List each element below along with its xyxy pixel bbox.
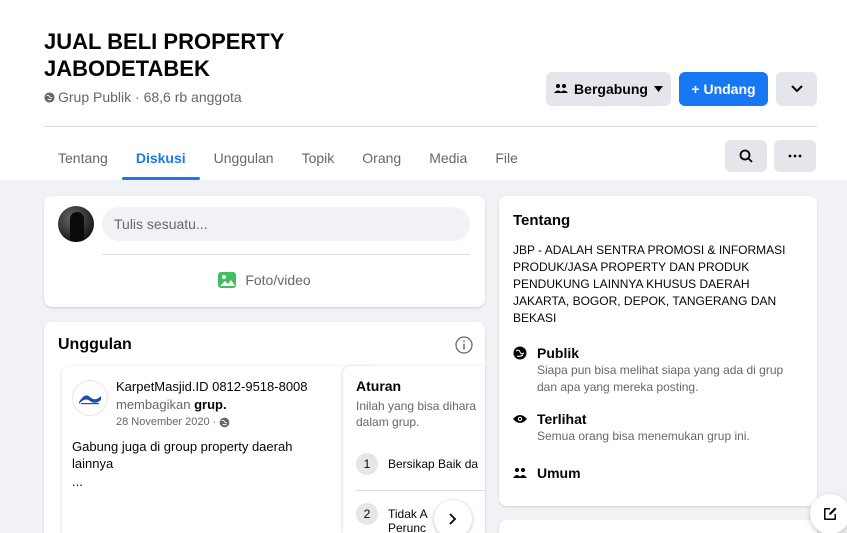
tab-media[interactable]: Media bbox=[415, 136, 481, 180]
tab-file[interactable]: File bbox=[481, 136, 532, 180]
post-shared-object[interactable]: grup. bbox=[194, 397, 227, 412]
photo-icon bbox=[218, 272, 237, 288]
join-button[interactable]: Bergabung bbox=[546, 72, 671, 106]
post-shared-line: membagikan grup. bbox=[116, 397, 227, 412]
group-meta-text: Grup Publik · 68,6 rb anggota bbox=[58, 89, 242, 105]
post-composer: Tulis sesuatu... Foto/video bbox=[44, 196, 485, 307]
rule-number: 2 bbox=[356, 503, 378, 525]
rule-number: 1 bbox=[356, 453, 378, 475]
next-section-card bbox=[499, 520, 817, 533]
rules-title: Aturan bbox=[356, 378, 402, 394]
compose-icon bbox=[824, 507, 837, 520]
author-logo[interactable] bbox=[72, 380, 108, 416]
invite-button[interactable]: + Undang bbox=[679, 72, 768, 106]
caret-down-icon bbox=[653, 86, 663, 92]
post-shared-prefix: membagikan bbox=[116, 397, 191, 412]
about-item-title: Publik bbox=[537, 345, 580, 361]
globe-icon bbox=[219, 417, 230, 427]
avatar[interactable] bbox=[58, 206, 94, 242]
composer-input[interactable]: Tulis sesuatu... bbox=[102, 207, 470, 241]
photo-video-button[interactable]: Foto/video bbox=[194, 262, 334, 298]
group-meta: Grup Publik · 68,6 rb anggota bbox=[44, 89, 242, 105]
about-item-desc: Semua orang bisa menemukan grup ini. bbox=[537, 429, 750, 443]
tab-unggulan[interactable]: Unggulan bbox=[200, 136, 288, 180]
about-item-title: Umum bbox=[537, 465, 581, 481]
rule-text: Bersikap Baik da bbox=[388, 457, 479, 471]
photo-video-label: Foto/video bbox=[245, 272, 311, 288]
post-date: 28 November 2020 · bbox=[116, 416, 230, 428]
rules-description: Inilah yang bisa dihara dalam grup. bbox=[356, 398, 485, 430]
post-author[interactable]: KarpetMasjid.ID 0812-9518-8008 bbox=[116, 379, 366, 395]
people-icon bbox=[554, 84, 569, 93]
tab-diskusi[interactable]: Diskusi bbox=[121, 136, 200, 180]
about-item-body: Publik Siapa pun bisa melihat siapa yang… bbox=[537, 344, 787, 396]
group-header: JUAL BELI PROPERTY JABODETABEK Grup Publ… bbox=[0, 0, 847, 180]
about-title: Tentang bbox=[513, 212, 571, 229]
group-title: JUAL BELI PROPERTY JABODETABEK bbox=[44, 29, 285, 81]
search-button[interactable] bbox=[725, 140, 767, 172]
carousel-next-button[interactable] bbox=[434, 500, 472, 533]
tab-topik[interactable]: Topik bbox=[288, 136, 349, 180]
rule-item: 1 Bersikap Baik da bbox=[356, 453, 478, 475]
post-date-text[interactable]: 28 November 2020 · bbox=[116, 416, 216, 428]
about-item-title: Terlihat bbox=[537, 411, 587, 427]
about-item-visible: Terlihat Semua orang bisa menemukan grup… bbox=[513, 410, 787, 445]
new-message-button[interactable] bbox=[810, 494, 847, 533]
chevron-down-icon bbox=[790, 85, 803, 93]
globe-icon bbox=[44, 91, 55, 103]
tab-orang[interactable]: Orang bbox=[348, 136, 415, 180]
people-icon bbox=[513, 466, 527, 480]
karpet-logo-icon bbox=[79, 395, 101, 405]
header-divider bbox=[44, 126, 817, 127]
about-card: Tentang JBP - ADALAH SENTRA PROMOSI & IN… bbox=[499, 196, 817, 506]
about-item-general: Umum bbox=[513, 464, 581, 482]
about-item-desc: Siapa pun bisa melihat siapa yang ada di… bbox=[537, 363, 784, 394]
post-more-text: ... bbox=[72, 474, 83, 489]
globe-icon bbox=[513, 346, 527, 360]
info-icon[interactable] bbox=[455, 336, 473, 354]
join-label: Bergabung bbox=[574, 81, 648, 97]
featured-title: Unggulan bbox=[58, 336, 132, 353]
about-item-public: Publik Siapa pun bisa melihat siapa yang… bbox=[513, 344, 787, 396]
composer-divider bbox=[102, 254, 470, 255]
rules-desc-line2: dalam grup. bbox=[356, 415, 420, 429]
about-item-body: Umum bbox=[537, 464, 581, 482]
post-text: Gabung juga di group property daerah lai… bbox=[72, 439, 293, 471]
search-icon bbox=[739, 149, 753, 163]
eye-icon bbox=[513, 412, 527, 426]
tab-tentang[interactable]: Tentang bbox=[44, 136, 122, 180]
more-actions-button[interactable] bbox=[774, 140, 816, 172]
chevron-right-icon bbox=[449, 513, 457, 525]
group-tabs: Tentang Diskusi Unggulan Topik Orang Med… bbox=[44, 136, 532, 180]
featured-post-card[interactable]: KarpetMasjid.ID 0812-9518-8008 membagika… bbox=[62, 366, 375, 533]
rules-desc-line1: Inilah yang bisa dihara bbox=[356, 399, 477, 413]
about-description: JBP - ADALAH SENTRA PROMOSI & INFORMASI … bbox=[513, 243, 786, 325]
rule-divider bbox=[356, 490, 485, 491]
more-options-button[interactable] bbox=[776, 72, 817, 106]
ellipsis-icon bbox=[788, 154, 802, 158]
about-item-body: Terlihat Semua orang bisa menemukan grup… bbox=[537, 410, 787, 445]
